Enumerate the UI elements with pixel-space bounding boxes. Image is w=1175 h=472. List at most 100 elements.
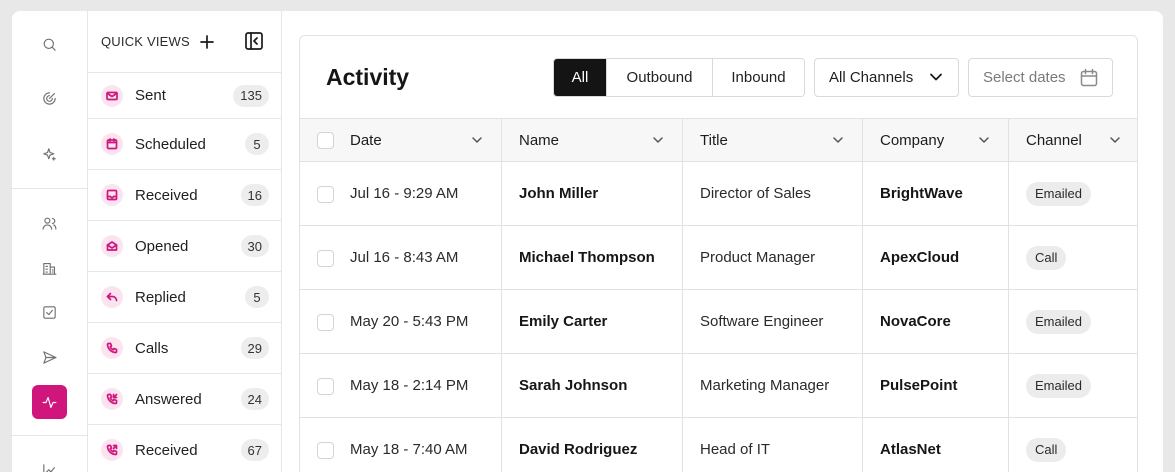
table-row[interactable]: May 20 - 5:43 PM Emily Carter Software E… [300, 290, 1137, 354]
row-company[interactable]: AtlasNet [863, 418, 1009, 472]
column-name[interactable]: Name [502, 119, 683, 161]
select-all-checkbox[interactable] [317, 132, 334, 149]
chevron-down-icon[interactable] [978, 135, 990, 145]
calendar-icon [1080, 68, 1098, 87]
row-name[interactable]: David Rodriguez [502, 418, 683, 472]
quick-view-count: 5 [245, 133, 269, 155]
target-icon[interactable] [32, 81, 67, 115]
row-date: Jul 16 - 8:43 AM [350, 249, 459, 266]
channel-badge: Emailed [1026, 309, 1091, 334]
column-channel[interactable]: Channel [1009, 119, 1137, 161]
quick-view-count: 16 [240, 184, 269, 206]
send-icon[interactable] [32, 340, 67, 374]
quick-view-count: 5 [245, 286, 269, 308]
users-icon[interactable] [32, 206, 67, 240]
quick-view-replied[interactable]: Replied 5 [88, 272, 281, 323]
chevron-down-icon [930, 73, 942, 81]
channel-badge: Call [1026, 437, 1067, 462]
row-checkbox[interactable] [317, 313, 334, 331]
channel-badge: Call [1026, 245, 1067, 270]
column-date[interactable]: Date [300, 119, 502, 161]
table-row[interactable]: Jul 16 - 9:29 AM John Miller Director of… [300, 162, 1137, 226]
quick-view-scheduled[interactable]: Scheduled 5 [88, 119, 281, 170]
chevron-down-icon[interactable] [652, 135, 664, 145]
table-row[interactable]: May 18 - 7:40 AM David Rodriguez Head of… [300, 418, 1137, 472]
row-company[interactable]: BrightWave [863, 162, 1009, 225]
row-name[interactable]: Michael Thompson [502, 226, 683, 289]
phone-incoming-icon [101, 388, 123, 410]
nav-rail [12, 11, 88, 472]
row-checkbox[interactable] [317, 441, 334, 459]
quick-view-opened[interactable]: Opened 30 [88, 221, 281, 272]
quick-view-count: 135 [233, 84, 269, 107]
row-title: Director of Sales [683, 162, 863, 225]
quick-view-count: 29 [240, 337, 269, 359]
quick-view-count: 30 [240, 235, 269, 257]
date-picker-placeholder: Select dates [983, 69, 1066, 86]
row-company[interactable]: PulsePoint [863, 354, 1009, 417]
quick-view-answered[interactable]: Answered 24 [88, 374, 281, 425]
quick-view-sent[interactable]: Sent 135 [88, 73, 281, 119]
row-date: Jul 16 - 9:29 AM [350, 185, 459, 202]
table-row[interactable]: Jul 16 - 8:43 AM Michael Thompson Produc… [300, 226, 1137, 290]
sparkle-icon[interactable] [32, 137, 67, 171]
inbox-icon [101, 184, 123, 206]
table-header: Date Name Title Company Channel [300, 119, 1137, 162]
quick-view-calls-received[interactable]: Received 67 [88, 425, 281, 472]
checkbox-icon[interactable] [32, 295, 67, 329]
activity-icon[interactable] [32, 385, 67, 419]
app-window: QUICK VIEWS Sent 135 Scheduled 5 Receive… [12, 11, 1163, 472]
building-icon[interactable] [32, 251, 67, 285]
row-date: May 20 - 5:43 PM [350, 313, 469, 330]
row-checkbox[interactable] [317, 377, 334, 395]
row-checkbox[interactable] [317, 185, 334, 203]
channel-dropdown[interactable]: All Channels [814, 58, 959, 97]
row-company[interactable]: ApexCloud [863, 226, 1009, 289]
collapse-panel-icon[interactable] [244, 31, 264, 51]
quick-view-label: Received [135, 186, 198, 204]
quick-view-received[interactable]: Received 16 [88, 170, 281, 221]
quick-views-title: QUICK VIEWS [101, 34, 190, 49]
row-checkbox[interactable] [317, 249, 334, 267]
quick-view-label: Scheduled [135, 135, 206, 153]
quick-view-count: 67 [240, 439, 269, 461]
add-view-icon[interactable] [199, 34, 215, 50]
table-row[interactable]: May 18 - 2:14 PM Sarah Johnson Marketing… [300, 354, 1137, 418]
row-title: Head of IT [683, 418, 863, 472]
mail-icon [101, 84, 123, 107]
filter-all-button[interactable]: All [554, 59, 607, 96]
chevron-down-icon[interactable] [471, 135, 483, 145]
quick-view-calls[interactable]: Calls 29 [88, 323, 281, 374]
filter-inbound-button[interactable]: Inbound [713, 59, 804, 96]
column-header-label: Channel [1026, 131, 1082, 149]
row-name[interactable]: John Miller [502, 162, 683, 225]
column-header-label: Title [700, 131, 728, 149]
quick-view-label: Replied [135, 288, 186, 306]
row-name[interactable]: Sarah Johnson [502, 354, 683, 417]
column-header-label: Date [350, 131, 382, 149]
search-icon[interactable] [32, 27, 67, 61]
direction-filter: All Outbound Inbound [553, 58, 805, 97]
date-picker[interactable]: Select dates [968, 58, 1113, 97]
channel-badge: Emailed [1026, 181, 1091, 206]
calendar-icon [101, 133, 123, 155]
filter-outbound-button[interactable]: Outbound [607, 59, 713, 96]
chart-icon[interactable] [32, 453, 67, 472]
chevron-down-icon[interactable] [832, 135, 844, 145]
mail-open-icon [101, 235, 123, 257]
quick-view-label: Calls [135, 339, 169, 357]
channel-dropdown-label: All Channels [829, 69, 914, 86]
row-date: May 18 - 7:40 AM [350, 441, 468, 458]
column-header-label: Company [880, 131, 945, 149]
row-title: Product Manager [683, 226, 863, 289]
column-title[interactable]: Title [683, 119, 863, 161]
column-header-label: Name [519, 131, 560, 149]
row-company[interactable]: NovaCore [863, 290, 1009, 353]
page-title: Activity [326, 64, 410, 90]
quick-view-count: 24 [240, 388, 269, 410]
column-company[interactable]: Company [863, 119, 1009, 161]
row-name[interactable]: Emily Carter [502, 290, 683, 353]
quick-views-panel: QUICK VIEWS Sent 135 Scheduled 5 Receive… [88, 11, 282, 472]
phone-received-icon [101, 439, 123, 461]
chevron-down-icon[interactable] [1109, 135, 1121, 145]
